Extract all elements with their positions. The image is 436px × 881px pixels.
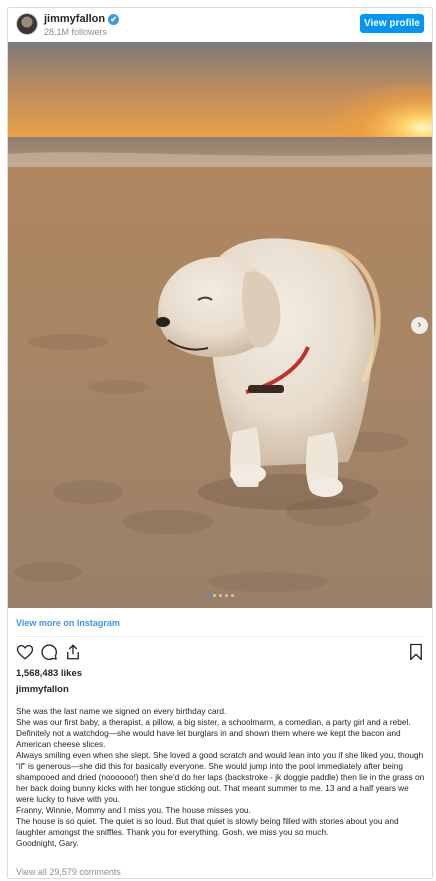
post-header: jimmyfallon ✔ 28.1M followers View profil… bbox=[8, 8, 432, 42]
verified-badge-icon: ✔ bbox=[108, 14, 120, 25]
view-more-on-instagram-link[interactable]: View more on Instagram bbox=[16, 618, 120, 628]
caption-line: Franny, Winnie, Mommy and I miss you. Th… bbox=[16, 805, 251, 815]
heart-icon[interactable] bbox=[16, 643, 34, 661]
post-caption: She was the last name we signed on every… bbox=[16, 706, 426, 849]
caption-line: The house is so quiet. The quiet is so l… bbox=[16, 816, 399, 837]
carousel-dot bbox=[206, 594, 210, 597]
follower-count: 28.1M followers bbox=[44, 27, 108, 37]
carousel-dot bbox=[212, 594, 216, 597]
caption-line: She was our first baby, a therapist, a p… bbox=[16, 717, 411, 749]
carousel-dots bbox=[8, 594, 432, 597]
avatar[interactable] bbox=[16, 13, 38, 35]
comment-icon[interactable] bbox=[40, 643, 58, 661]
carousel-dot bbox=[218, 594, 222, 597]
carousel-dot bbox=[224, 594, 228, 597]
next-slide-arrow-icon[interactable]: › bbox=[411, 317, 428, 334]
caption-line: Always smiling even when she slept. She … bbox=[16, 750, 425, 804]
instagram-embed-card: jimmyfallon ✔ 28.1M followers View profil… bbox=[7, 7, 433, 879]
dog-on-beach-photo bbox=[8, 42, 432, 608]
like-count[interactable]: 1,568,483 likes bbox=[16, 668, 82, 679]
username-text[interactable]: jimmyfallon bbox=[44, 13, 105, 25]
divider bbox=[16, 636, 424, 637]
caption-line: She was the last name we signed on every… bbox=[16, 706, 227, 716]
post-media[interactable]: › bbox=[8, 42, 432, 608]
caption-author[interactable]: jimmyfallon bbox=[16, 684, 69, 695]
action-bar bbox=[16, 643, 424, 663]
view-profile-button[interactable]: View profile bbox=[360, 14, 424, 33]
view-all-comments-link[interactable]: View all 29,579 comments bbox=[16, 867, 121, 877]
caption-line: Goodnight, Gary. bbox=[16, 838, 79, 848]
share-icon[interactable] bbox=[64, 643, 82, 661]
bookmark-icon[interactable] bbox=[408, 643, 424, 661]
carousel-dot bbox=[230, 594, 234, 597]
username-link[interactable]: jimmyfallon ✔ bbox=[44, 13, 120, 26]
